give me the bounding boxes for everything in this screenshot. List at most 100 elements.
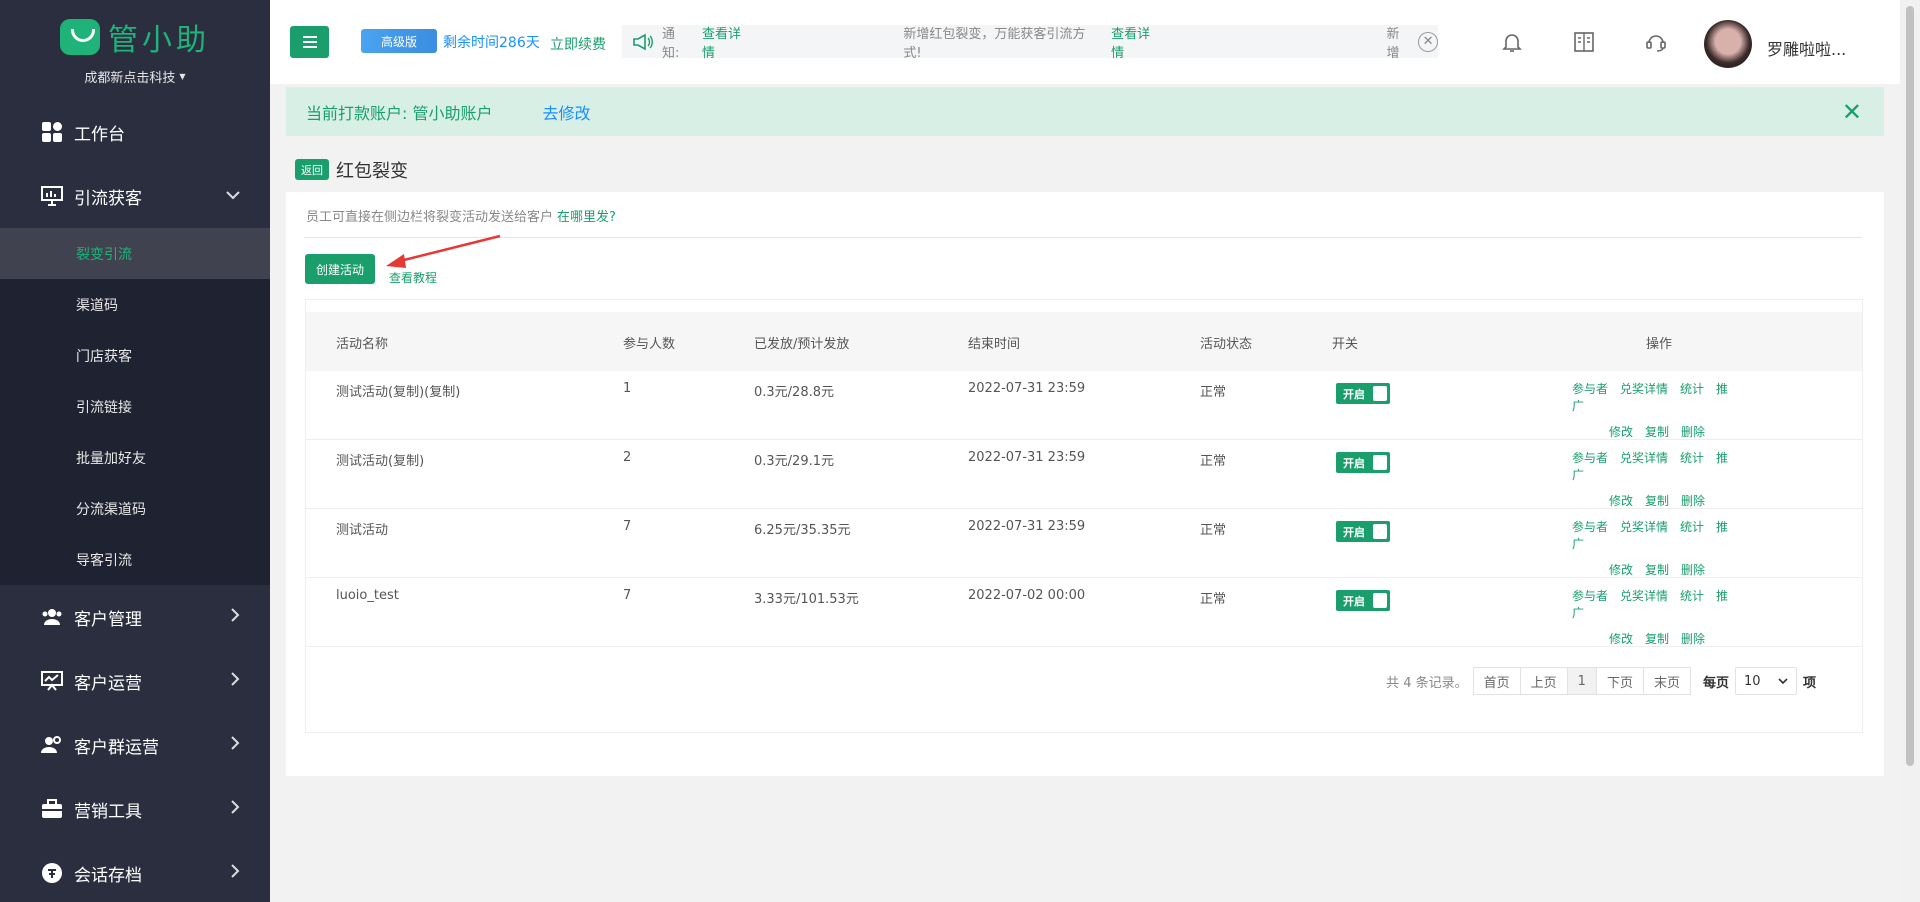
row-actions: 参与者 兑奖详情 统计 推广 修改 复制 删除: [1572, 518, 1752, 578]
nav-item-operation[interactable]: 客户运营: [0, 649, 270, 713]
cell-name: 测试活动(复制): [336, 454, 425, 469]
avatar[interactable]: [1704, 20, 1752, 68]
copy-link[interactable]: 复制: [1645, 563, 1669, 577]
sub-item-channel-code[interactable]: 渠道码: [0, 279, 270, 330]
notice-detail-link[interactable]: 查看详情: [702, 23, 753, 61]
speaker-icon: [632, 33, 654, 51]
annotation-arrow-icon: [386, 234, 501, 268]
col-count: 参与人数: [623, 337, 676, 352]
copy-link[interactable]: 复制: [1645, 494, 1669, 508]
nav-item-customer[interactable]: 客户管理: [0, 585, 270, 649]
delete-link[interactable]: 删除: [1681, 425, 1705, 439]
col-status: 活动状态: [1200, 337, 1253, 352]
nav-item-marketing[interactable]: 营销工具: [0, 777, 270, 841]
cell-count: 1: [623, 381, 632, 396]
users-icon: [40, 605, 64, 629]
delete-link[interactable]: 删除: [1681, 632, 1705, 646]
total-records: 共 4 条记录。: [1386, 675, 1468, 691]
scrollbar-thumb[interactable]: [1906, 6, 1914, 766]
create-activity-button[interactable]: 创建活动: [305, 254, 375, 284]
chevron-down-icon: [1778, 674, 1788, 689]
prize-detail-link[interactable]: 兑奖详情: [1620, 382, 1668, 396]
copy-link[interactable]: 复制: [1645, 425, 1669, 439]
participants-link[interactable]: 参与者: [1572, 520, 1608, 534]
stats-link[interactable]: 统计: [1680, 589, 1704, 603]
sub-item-guide[interactable]: 导客引流: [0, 534, 270, 585]
close-circle-icon[interactable]: ✕: [1418, 31, 1438, 52]
edit-link[interactable]: 修改: [1609, 632, 1633, 646]
toggle-switch[interactable]: 开启: [1336, 521, 1390, 542]
presentation-icon: [40, 184, 64, 208]
toggle-switch[interactable]: 开启: [1336, 590, 1390, 611]
notice-message: 新增红包裂变，万能获客引流方式!: [903, 26, 1086, 61]
prev-page-button[interactable]: 上页: [1519, 667, 1568, 695]
plan-badge: 高级版: [361, 29, 437, 53]
table-row: 测试活动(复制) 2 0.3元/29.1元 2022-07-31 23:59 正…: [306, 440, 1862, 509]
cell-end: 2022-07-02 00:00: [968, 588, 1086, 603]
bell-icon[interactable]: [1500, 30, 1524, 54]
modify-link[interactable]: 去修改: [542, 100, 590, 124]
participants-link[interactable]: 参与者: [1572, 382, 1608, 396]
cell-status: 正常: [1200, 523, 1227, 538]
close-icon[interactable]: ✕: [1842, 98, 1862, 126]
copy-link[interactable]: 复制: [1645, 632, 1669, 646]
sub-item-fission[interactable]: 裂变引流: [0, 228, 270, 279]
delete-link[interactable]: 删除: [1681, 494, 1705, 508]
table-row: 测试活动(复制)(复制) 1 0.3元/28.8元 2022-07-31 23:…: [306, 371, 1862, 440]
where-link[interactable]: 在哪里发?: [557, 210, 616, 225]
logo-area: 管小助 成都新点击科技 ▼: [0, 0, 270, 100]
nav-label: 客户管理: [74, 609, 142, 630]
grid-icon: [40, 120, 64, 144]
stats-link[interactable]: 统计: [1680, 382, 1704, 396]
user-name[interactable]: 罗雕啦啦...: [1767, 36, 1846, 60]
sub-item-split-code[interactable]: 分流渠道码: [0, 483, 270, 534]
nav-item-archive[interactable]: 会话存档: [0, 841, 270, 902]
participants-link[interactable]: 参与者: [1572, 589, 1608, 603]
next-page-button[interactable]: 下页: [1595, 667, 1644, 695]
cell-name: 测试活动: [336, 523, 389, 538]
toggle-switch[interactable]: 开启: [1336, 452, 1390, 473]
menu-toggle-button[interactable]: [290, 26, 329, 58]
nav-item-group[interactable]: 客户群运营: [0, 713, 270, 777]
unit-label: 项: [1802, 675, 1816, 691]
row-actions: 参与者 兑奖详情 统计 推广 修改 复制 删除: [1572, 449, 1752, 509]
delete-link[interactable]: 删除: [1681, 563, 1705, 577]
sub-item-batch-add[interactable]: 批量加好友: [0, 432, 270, 483]
divider: [304, 237, 1862, 238]
current-page[interactable]: 1: [1566, 667, 1597, 695]
prize-detail-link[interactable]: 兑奖详情: [1620, 451, 1668, 465]
stats-link[interactable]: 统计: [1680, 451, 1704, 465]
prize-detail-link[interactable]: 兑奖详情: [1620, 520, 1668, 534]
support-icon[interactable]: [1644, 30, 1668, 54]
page-scrollbar[interactable]: [1900, 0, 1920, 902]
sub-item-store[interactable]: 门店获客: [0, 330, 270, 381]
participants-link[interactable]: 参与者: [1572, 451, 1608, 465]
chevron-down-icon: [226, 188, 240, 204]
cell-amount: 6.25元/35.35元: [754, 523, 851, 538]
nav-item-traffic[interactable]: 引流获客: [0, 164, 270, 228]
notice-detail-link-2[interactable]: 查看详情: [1111, 23, 1162, 61]
company-switcher[interactable]: 成都新点击科技 ▼: [84, 67, 185, 86]
nav-label: 客户群运营: [74, 737, 159, 758]
col-name: 活动名称: [336, 337, 389, 352]
renew-link[interactable]: 立即续费: [550, 34, 606, 54]
nav-label: 客户运营: [74, 673, 142, 694]
toggle-switch[interactable]: 开启: [1336, 383, 1390, 404]
first-page-button[interactable]: 首页: [1472, 667, 1521, 695]
prize-detail-link[interactable]: 兑奖详情: [1620, 589, 1668, 603]
edit-link[interactable]: 修改: [1609, 563, 1633, 577]
cell-status: 正常: [1200, 592, 1227, 607]
col-amount: 已发放/预计发放: [754, 337, 850, 352]
edit-link[interactable]: 修改: [1609, 425, 1633, 439]
page-size-select[interactable]: 10: [1734, 667, 1797, 695]
edit-link[interactable]: 修改: [1609, 494, 1633, 508]
sub-item-link[interactable]: 引流链接: [0, 381, 270, 432]
last-page-button[interactable]: 末页: [1642, 667, 1691, 695]
nav-item-workbench[interactable]: 工作台: [0, 100, 270, 164]
caret-down-icon: ▼: [179, 71, 186, 81]
back-button[interactable]: 返回: [295, 159, 329, 180]
stats-link[interactable]: 统计: [1680, 520, 1704, 534]
col-end: 结束时间: [968, 337, 1021, 352]
cell-end: 2022-07-31 23:59: [968, 381, 1086, 396]
book-icon[interactable]: [1572, 30, 1596, 54]
